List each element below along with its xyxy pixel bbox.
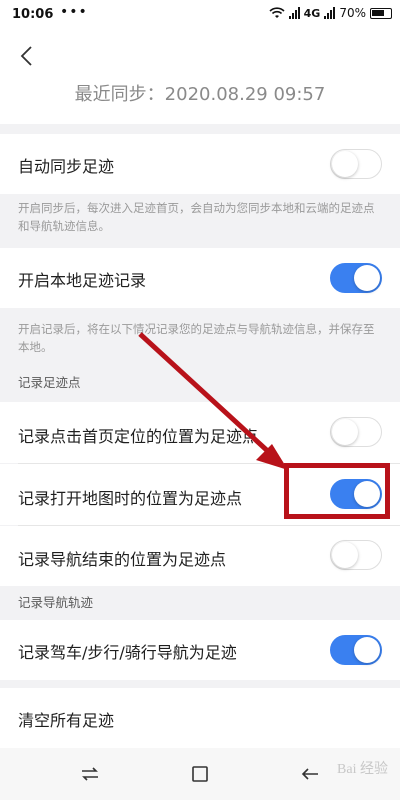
status-time: 10:06 bbox=[12, 7, 54, 22]
clear-all-row[interactable]: 清空所有足迹 bbox=[0, 688, 400, 748]
point-nav-end-label: 记录导航结束的位置为足迹点 bbox=[18, 550, 227, 569]
nav-track-toggle[interactable] bbox=[330, 635, 382, 665]
toggle-knob bbox=[332, 542, 358, 568]
back-arrow-icon[interactable] bbox=[16, 44, 40, 68]
toggle-knob bbox=[332, 419, 358, 445]
last-sync-time: 最近同步：2020.08.29 09:57 bbox=[74, 84, 326, 105]
point-row-home-locate[interactable]: 记录点击首页定位的位置为足迹点 bbox=[0, 402, 400, 463]
local-record-row[interactable]: 开启本地足迹记录 bbox=[0, 248, 400, 308]
nav-track-row[interactable]: 记录驾车/步行/骑行导航为足迹 bbox=[0, 620, 400, 680]
home-icon[interactable] bbox=[188, 762, 212, 786]
watermark: Bai 经验 bbox=[337, 762, 388, 777]
battery-percent: 70% bbox=[339, 6, 366, 20]
point-home-locate-toggle[interactable] bbox=[330, 417, 382, 447]
point-row-nav-end[interactable]: 记录导航结束的位置为足迹点 bbox=[0, 526, 400, 586]
wifi-icon bbox=[269, 7, 285, 18]
recents-icon[interactable] bbox=[78, 762, 102, 786]
network-type: 4G bbox=[303, 6, 321, 20]
status-right: 4G 70% bbox=[269, 6, 392, 20]
auto-sync-toggle[interactable] bbox=[330, 149, 382, 179]
point-home-locate-label: 记录点击首页定位的位置为足迹点 bbox=[18, 427, 259, 446]
toggle-knob bbox=[332, 151, 358, 177]
notification-dots: ••• bbox=[60, 4, 88, 20]
local-record-note: 开启记录后，将在以下情况记录您的足迹点与导航轨迹信息，并保存至本地。 bbox=[0, 308, 400, 354]
signal-icon bbox=[288, 7, 300, 19]
back-icon[interactable] bbox=[298, 762, 322, 786]
local-record-label: 开启本地足迹记录 bbox=[18, 271, 147, 290]
point-nav-end-toggle[interactable] bbox=[330, 540, 382, 570]
toggle-knob bbox=[354, 637, 380, 663]
section-record-nav: 记录导航轨迹 bbox=[0, 588, 400, 618]
header: 最近同步：2020.08.29 09:57 bbox=[0, 30, 400, 124]
annotation-highlight-box bbox=[284, 463, 390, 519]
signal-icon-2 bbox=[324, 7, 336, 19]
point-open-map-label: 记录打开地图时的位置为足迹点 bbox=[18, 489, 243, 508]
local-record-toggle[interactable] bbox=[330, 263, 382, 293]
battery-icon bbox=[370, 7, 392, 19]
auto-sync-row[interactable]: 自动同步足迹 bbox=[0, 134, 400, 194]
clear-all-label: 清空所有足迹 bbox=[18, 711, 115, 730]
auto-sync-label: 自动同步足迹 bbox=[18, 157, 115, 176]
auto-sync-note: 开启同步后，每次进入足迹首页，会自动为您同步本地和云端的足迹点和导航轨迹信息。 bbox=[0, 194, 400, 240]
toggle-knob bbox=[354, 265, 380, 291]
section-record-points: 记录足迹点 bbox=[0, 368, 400, 398]
nav-track-label: 记录驾车/步行/骑行导航为足迹 bbox=[18, 643, 237, 662]
status-bar: 10:06 ••• 4G 70% bbox=[0, 0, 400, 30]
